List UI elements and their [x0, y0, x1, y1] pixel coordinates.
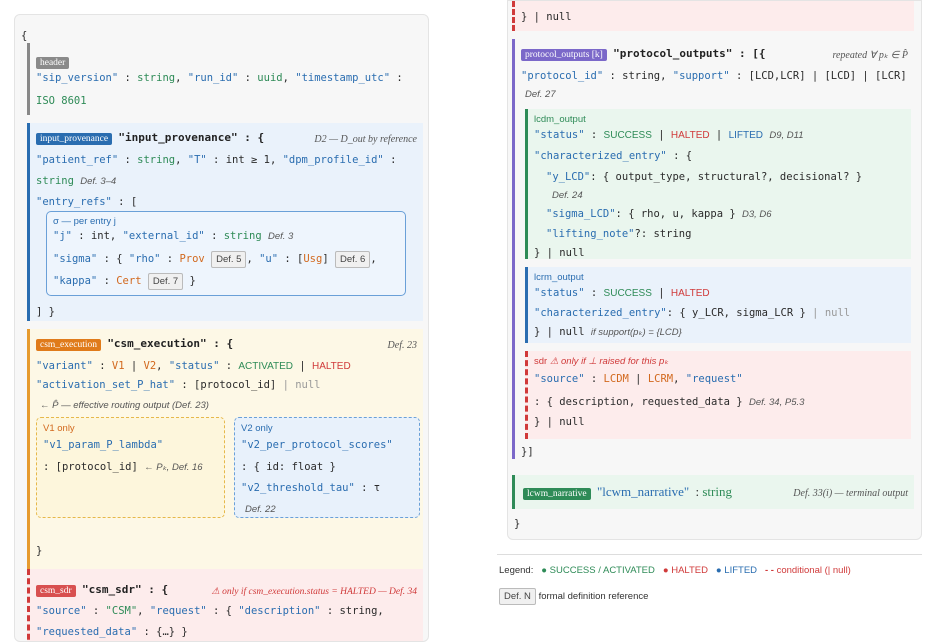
legend-label: Legend: — [499, 565, 534, 576]
run-id-key: "run_id" — [187, 72, 239, 84]
v2-only-box: V2 only "v2_per_protocol_scores" : { id:… — [234, 417, 420, 518]
protocol-outputs-block: protocol_outputs [k] "protocol_outputs" … — [512, 39, 914, 459]
lcrm-output-label: lcrm_output — [534, 272, 584, 283]
root-brace-close: } — [514, 518, 521, 530]
sdr-label: sdr — [534, 356, 548, 367]
csm-execution-title: "csm_execution" : { — [107, 337, 234, 350]
legend-def-text: formal definition reference — [538, 591, 649, 602]
def-3-4: Def. 3–4 — [80, 176, 117, 187]
lcrm-output-block: lcrm_output "status" : SUCCESS | HALTED … — [525, 267, 911, 343]
def-6-badge: Def. 6 — [334, 251, 371, 268]
sdr-note: ⚠ only if ⊥ raised for this pₖ — [549, 356, 669, 367]
legend-def-row: Def. N formal definition reference — [499, 588, 648, 605]
header-tag: header — [36, 57, 70, 69]
top-continuation-block: } | null — [512, 1, 914, 31]
csm-sdr-block: csm_sdr "csm_sdr" : { ⚠ only if csm_exec… — [27, 569, 423, 641]
input-provenance-title: "input_provenance" : { — [118, 131, 265, 144]
legend-success: SUCCESS / ACTIVATED — [549, 565, 655, 576]
csm-execution-tag: csm_execution — [36, 339, 101, 351]
header-block: header "sip_version" : string, "run_id" … — [27, 43, 423, 115]
legend-conditional: conditional (| null) — [776, 565, 851, 576]
csm-execution-block: csm_execution "csm_execution" : { Def. 2… — [27, 329, 423, 569]
def-5-badge: Def. 5 — [211, 251, 247, 268]
per-entry-box: σ — per entry j "j" : int, "external_id"… — [46, 211, 406, 296]
root-brace-open: { — [21, 30, 28, 42]
input-provenance-tag: input_provenance — [36, 133, 113, 145]
timestamp-key: "timestamp_utc" — [295, 72, 391, 84]
right-schema-panel: } | null protocol_outputs [k] "protocol_… — [507, 0, 922, 540]
iso-type: ISO 8601 — [36, 95, 87, 107]
legend: Legend: ● SUCCESS / ACTIVATED ● HALTED ●… — [499, 565, 851, 576]
protocol-outputs-tag: protocol_outputs [k] — [521, 49, 607, 61]
sip-version-key: "sip_version" — [36, 72, 119, 84]
entry-refs-key: "entry_refs" — [36, 196, 112, 208]
lcwm-narrative-block: lcwm_narrative "lcwm_narrative" : string… — [512, 475, 914, 509]
legend-lifted: LIFTED — [724, 565, 758, 576]
lcwm-narrative-title: "lcwm_narrative" — [596, 484, 690, 499]
lcdm-output-block: lcdm_output "status" : SUCCESS | HALTED … — [525, 109, 911, 259]
input-provenance-block: input_provenance "input_provenance" : { … — [27, 123, 423, 321]
lcwm-narrative-tag: lcwm_narrative — [523, 488, 591, 500]
input-provenance-note: D2 — D_out by reference — [314, 134, 417, 145]
lcdm-output-label: lcdm_output — [534, 114, 586, 125]
csm-sdr-title: "csm_sdr" : { — [82, 583, 169, 596]
v1-only-box: V1 only "v1_param_P_lambda" : [protocol_… — [36, 417, 225, 518]
protocol-outputs-title: "protocol_outputs" : [{ — [613, 47, 766, 60]
csm-sdr-note: ⚠ only if csm_execution.status = HALTED … — [211, 587, 417, 597]
left-schema-panel: { header "sip_version" : string, "run_id… — [14, 14, 429, 642]
legend-divider — [497, 554, 922, 555]
per-entry-label: σ — per entry j — [53, 216, 116, 227]
legend-def-box: Def. N — [499, 588, 536, 605]
def-7-badge: Def. 7 — [147, 273, 184, 290]
sdr-block: sdr ⚠ only if ⊥ raised for this pₖ "sour… — [525, 351, 911, 439]
legend-halted: HALTED — [671, 565, 708, 576]
csm-sdr-tag: csm_sdr — [36, 585, 76, 597]
